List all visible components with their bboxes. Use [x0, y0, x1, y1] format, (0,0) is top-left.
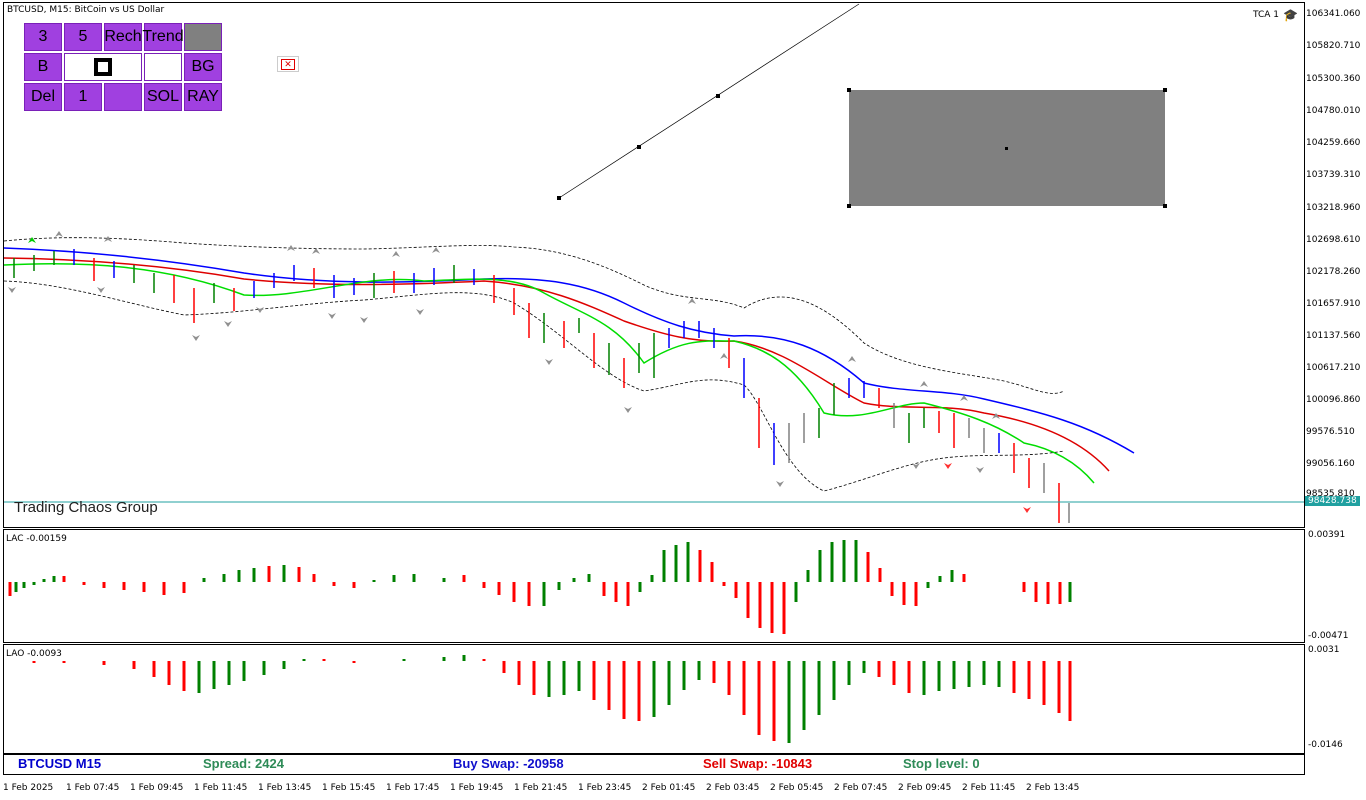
status-symbol: BTCUSD M15	[18, 756, 102, 771]
time-tick: 1 Feb 13:45	[258, 783, 312, 793]
price-axis[interactable]: 106341.060 105820.710 105300.360 104780.…	[1304, 2, 1366, 526]
panel-button-3[interactable]: 3	[24, 23, 62, 51]
tca-text: TCA 1	[1253, 10, 1279, 20]
square-icon	[94, 58, 112, 76]
price-tick: 100617.210	[1306, 363, 1361, 373]
lao-histogram	[32, 655, 1072, 743]
price-tick: 101657.910	[1306, 299, 1361, 309]
ma-red	[4, 257, 1110, 472]
price-tick: 102698.610	[1306, 235, 1361, 245]
close-icon[interactable]: ✕	[277, 56, 299, 72]
lao-axis-bottom: -0.0146	[1308, 740, 1343, 750]
time-tick: 1 Feb 21:45	[514, 783, 568, 793]
panel-button-trend[interactable]: Trend	[142, 23, 184, 51]
price-tick: 103218.960	[1306, 203, 1361, 213]
trend-line-point	[637, 145, 641, 149]
time-tick: 2 Feb 03:45	[706, 783, 760, 793]
chart-title: BTCUSD, M15: BitCoin vs US Dollar	[7, 5, 165, 15]
rectangle-handle	[847, 204, 851, 208]
price-tick: 102178.260	[1306, 267, 1361, 277]
lao-indicator-pane[interactable]: LAO -0.0093	[3, 644, 1305, 754]
lao-axis-top: 0.0031	[1308, 645, 1340, 655]
status-sell-swap: Sell Swap: -10843	[703, 756, 813, 771]
trend-line	[558, 3, 860, 199]
time-tick: 2 Feb 13:45	[1026, 783, 1080, 793]
tca-label[interactable]: TCA 1 🎓	[1253, 8, 1298, 22]
price-tick: 99056.160	[1306, 459, 1355, 469]
panel-button-del[interactable]: Del	[24, 83, 62, 111]
rectangle-handle	[1163, 88, 1167, 92]
panel-blank-cell[interactable]	[144, 53, 182, 81]
panel-button-rech[interactable]: Rech	[104, 23, 142, 51]
price-tick: 104259.660	[1306, 138, 1361, 148]
lac-histogram	[8, 540, 1072, 634]
time-tick: 1 Feb 19:45	[450, 783, 504, 793]
time-tick: 1 Feb 17:45	[386, 783, 440, 793]
time-tick: 1 Feb 11:45	[194, 783, 248, 793]
ma-green	[4, 262, 1095, 484]
panel-button-empty[interactable]	[104, 83, 142, 111]
trend-line-point	[557, 196, 561, 200]
time-tick: 2 Feb 09:45	[898, 783, 952, 793]
rectangle-handle	[1163, 204, 1167, 208]
lac-axis-top: 0.00391	[1308, 530, 1346, 540]
rectangle-center	[1005, 147, 1008, 150]
time-tick: 1 Feb 2025	[3, 783, 54, 793]
time-tick: 2 Feb 11:45	[962, 783, 1016, 793]
time-tick: 2 Feb 01:45	[642, 783, 696, 793]
time-tick: 1 Feb 15:45	[322, 783, 376, 793]
rectangle-handle	[847, 88, 851, 92]
graduation-cap-icon: 🎓	[1283, 8, 1298, 22]
status-bar	[3, 754, 1305, 775]
panel-button-b[interactable]: B	[24, 53, 62, 81]
panel-button-5[interactable]: 5	[64, 23, 102, 51]
time-tick: 1 Feb 23:45	[578, 783, 632, 793]
price-tick: 101137.560	[1306, 331, 1361, 341]
price-tick: 100096.860	[1306, 395, 1361, 405]
price-tick: 99576.510	[1306, 427, 1355, 437]
panel-input-field[interactable]	[64, 53, 142, 81]
panel-button-grey[interactable]	[184, 23, 222, 51]
trend-line-point	[716, 94, 720, 98]
watermark-label: Trading Chaos Group	[14, 499, 158, 516]
envelope-lower	[4, 280, 1065, 492]
time-tick: 1 Feb 09:45	[130, 783, 184, 793]
control-panel: 3 5 Rech Trend B BG Del 1 SOL RAY	[24, 23, 224, 115]
lac-label: LAC -0.00159	[6, 534, 67, 544]
price-tick: 103739.310	[1306, 170, 1361, 180]
price-tick: 104780.010	[1306, 106, 1361, 116]
time-tick: 1 Feb 07:45	[66, 783, 120, 793]
status-buy-swap: Buy Swap: -20958	[453, 756, 564, 771]
lac-axis-bottom: -0.00471	[1308, 631, 1349, 641]
panel-button-ray[interactable]: RAY	[184, 83, 222, 111]
main-chart-pane[interactable]: BTCUSD, M15: BitCoin vs US Dollar TCA 1 …	[3, 2, 1305, 528]
time-tick: 2 Feb 07:45	[834, 783, 888, 793]
lac-indicator-pane[interactable]: LAC -0.00159	[3, 529, 1305, 643]
panel-button-bg[interactable]: BG	[184, 53, 222, 81]
time-axis[interactable]: 1 Feb 2025 1 Feb 07:45 1 Feb 09:45 1 Feb…	[0, 775, 1366, 800]
panel-button-sol[interactable]: SOL	[144, 83, 182, 111]
status-spread: Spread: 2424	[203, 756, 284, 771]
status-stop-level: Stop level: 0	[903, 756, 980, 771]
price-tick: 105820.710	[1306, 41, 1361, 51]
current-price-badge: 98428.738	[1305, 496, 1360, 506]
price-tick: 106341.060	[1306, 9, 1361, 19]
price-tick: 105300.360	[1306, 74, 1361, 84]
panel-button-1[interactable]: 1	[64, 83, 102, 111]
time-tick: 2 Feb 05:45	[770, 783, 824, 793]
lao-label: LAO -0.0093	[6, 649, 62, 659]
